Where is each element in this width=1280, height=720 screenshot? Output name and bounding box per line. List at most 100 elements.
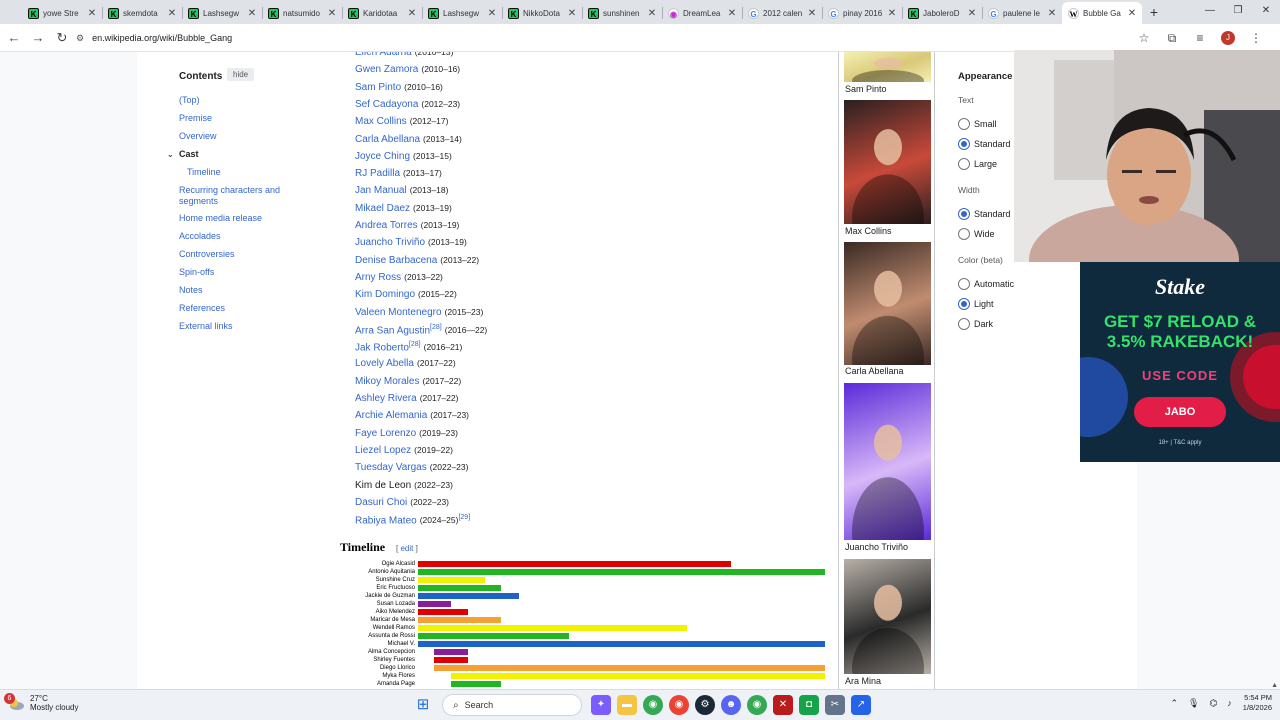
cast-photo[interactable] bbox=[844, 52, 931, 82]
appearance-color-option[interactable]: Automatic bbox=[958, 278, 1014, 290]
forward-icon[interactable]: → bbox=[26, 26, 50, 50]
chrome-icon[interactable]: ◉ bbox=[643, 695, 663, 715]
file-explorer-icon[interactable]: ▬ bbox=[617, 695, 637, 715]
close-tab-icon[interactable]: ✕ bbox=[1046, 8, 1058, 19]
cast-name-link[interactable]: RJ Padilla bbox=[355, 168, 400, 179]
close-tab-icon[interactable]: ✕ bbox=[246, 8, 258, 19]
radio-button[interactable] bbox=[958, 208, 970, 220]
toc-item[interactable]: Overview bbox=[179, 131, 289, 142]
browser-tab[interactable]: Knatsumido ✕ bbox=[262, 2, 342, 24]
cast-name-link[interactable]: Faye Lorenzo bbox=[355, 428, 416, 439]
close-window-button[interactable]: ✕ bbox=[1252, 0, 1280, 22]
clock[interactable]: 5:54 PM 1/8/2026 bbox=[1243, 693, 1272, 713]
browser-tab[interactable]: Kskemdota ✕ bbox=[102, 2, 182, 24]
appearance-color-option[interactable]: Dark bbox=[958, 318, 993, 330]
toc-hide-button[interactable]: hide bbox=[227, 68, 255, 81]
cast-name-link[interactable]: Carla Abellana bbox=[355, 134, 420, 145]
cast-name-link[interactable]: Kim Domingo bbox=[355, 289, 415, 300]
discord-icon[interactable]: ☻ bbox=[721, 695, 741, 715]
appearance-text-option[interactable]: Small bbox=[958, 118, 997, 130]
toc-item[interactable]: Home media release bbox=[179, 213, 289, 224]
cast-photo[interactable] bbox=[844, 559, 931, 674]
appearance-text-option[interactable]: Standard bbox=[958, 138, 1011, 150]
microphone-icon[interactable]: 🎙 bbox=[1188, 698, 1199, 709]
cast-name-link[interactable]: Ellen Adarna bbox=[355, 52, 412, 58]
close-tab-icon[interactable]: ✕ bbox=[486, 8, 498, 19]
ad-code-button[interactable]: JABO bbox=[1134, 397, 1226, 427]
app-2-icon[interactable]: ↗ bbox=[851, 695, 871, 715]
cast-name-link[interactable]: Jak Roberto bbox=[355, 342, 409, 353]
reload-icon[interactable]: ↻ bbox=[50, 26, 74, 50]
toc-item[interactable]: References bbox=[179, 303, 289, 314]
chevron-down-icon[interactable]: ⌄ bbox=[167, 149, 174, 160]
appearance-color-option[interactable]: Light bbox=[958, 298, 994, 310]
cast-name-link[interactable]: Sef Cadayona bbox=[355, 99, 418, 110]
extensions-icon[interactable]: ⧉ bbox=[1158, 27, 1186, 49]
radio-button[interactable] bbox=[958, 118, 970, 130]
reference-link[interactable]: [28] bbox=[430, 324, 442, 331]
taskbar-search[interactable]: ⌕ Search bbox=[442, 694, 582, 716]
dota-icon[interactable]: ✕ bbox=[773, 695, 793, 715]
toc-item[interactable]: External links bbox=[179, 321, 289, 332]
radio-button[interactable] bbox=[958, 158, 970, 170]
cast-name-link[interactable]: Andrea Torres bbox=[355, 220, 418, 231]
cast-name-link[interactable]: Tuesday Vargas bbox=[355, 462, 427, 473]
windows-start-icon[interactable]: ⊞ bbox=[413, 695, 433, 715]
minimize-button[interactable]: — bbox=[1196, 0, 1224, 22]
stake-advertisement[interactable]: Stake GET $7 RELOAD & 3.5% RAKEBACK! USE… bbox=[1080, 262, 1280, 462]
snipping-tool-icon[interactable]: ✂ bbox=[825, 695, 845, 715]
close-tab-icon[interactable]: ✕ bbox=[566, 8, 578, 19]
browser-tab[interactable]: K Lashsegw ✕ bbox=[182, 2, 262, 24]
chrome-profile-icon[interactable]: ◉ bbox=[669, 695, 689, 715]
close-tab-icon[interactable]: ✕ bbox=[966, 8, 978, 19]
browser-tab[interactable]: K Karidotaa ✕ bbox=[342, 2, 422, 24]
radio-button[interactable] bbox=[958, 228, 970, 240]
close-tab-icon[interactable]: ✕ bbox=[166, 8, 178, 19]
cast-photo[interactable] bbox=[844, 100, 931, 224]
cast-name-link[interactable]: Dasuri Choi bbox=[355, 497, 407, 508]
edit-link[interactable]: edit bbox=[400, 544, 413, 553]
close-tab-icon[interactable]: ✕ bbox=[1126, 8, 1138, 19]
toc-item[interactable]: Spin-offs bbox=[179, 267, 289, 278]
site-info-icon[interactable]: ⚙ bbox=[76, 33, 84, 44]
cast-name-link[interactable]: Rabiya Mateo bbox=[355, 515, 417, 526]
radio-button[interactable] bbox=[958, 138, 970, 150]
appearance-width-option[interactable]: Wide bbox=[958, 228, 995, 240]
radio-button[interactable] bbox=[958, 298, 970, 310]
toc-item[interactable]: Recurring characters and segments bbox=[179, 185, 289, 207]
tray-overflow-icon[interactable]: ⌃ bbox=[1170, 698, 1178, 709]
cast-name-link[interactable]: Liezel Lopez bbox=[355, 445, 411, 456]
menu-icon[interactable]: ⋮ bbox=[1242, 27, 1270, 49]
close-tab-icon[interactable]: ✕ bbox=[326, 8, 338, 19]
bookmark-star-icon[interactable]: ☆ bbox=[1130, 27, 1158, 49]
browser-tab[interactable]: Kyowe Stre ✕ bbox=[22, 2, 102, 24]
browser-tab[interactable]: ◉ DreamLea ✕ bbox=[662, 2, 742, 24]
toc-item[interactable]: (Top) bbox=[179, 95, 289, 106]
cast-name-link[interactable]: Juancho Triviño bbox=[355, 237, 425, 248]
cast-name-link[interactable]: Archie Alemania bbox=[355, 410, 427, 421]
cast-name-link[interactable]: Jan Manual bbox=[355, 185, 407, 196]
reading-list-icon[interactable]: ≡ bbox=[1186, 27, 1214, 49]
copilot-icon[interactable]: ✦ bbox=[591, 695, 611, 715]
weather-widget[interactable]: 6 27°C Mostly cloudy bbox=[4, 692, 78, 713]
chrome-alt-icon[interactable]: ◉ bbox=[747, 695, 767, 715]
cast-name-link[interactable]: Joyce Ching bbox=[355, 151, 410, 162]
toc-item[interactable]: Accolades bbox=[179, 231, 289, 242]
close-tab-icon[interactable]: ✕ bbox=[86, 8, 98, 19]
back-icon[interactable]: ← bbox=[2, 26, 26, 50]
browser-tab[interactable]: K NikkoDota ✕ bbox=[502, 2, 582, 24]
volume-icon[interactable]: ♪ bbox=[1227, 698, 1232, 708]
steam-icon[interactable]: ⚙ bbox=[695, 695, 715, 715]
cast-name-link[interactable]: Lovely Abella bbox=[355, 358, 414, 369]
cast-name-link[interactable]: Sam Pinto bbox=[355, 82, 401, 93]
toc-item[interactable]: Premise bbox=[179, 113, 289, 124]
cast-name-link[interactable]: Mikoy Morales bbox=[355, 376, 419, 387]
cast-name-link[interactable]: Ashley Rivera bbox=[355, 393, 417, 404]
cast-name-link[interactable]: Max Collins bbox=[355, 116, 407, 127]
profile-avatar[interactable]: J bbox=[1221, 31, 1235, 45]
browser-tab[interactable]: Gpinay 2016 ✕ bbox=[822, 2, 902, 24]
browser-tab[interactable]: W Bubble Ga ✕ bbox=[1062, 2, 1142, 24]
browser-tab[interactable]: Ksunshinen ✕ bbox=[582, 2, 662, 24]
close-tab-icon[interactable]: ✕ bbox=[646, 8, 658, 19]
browser-tab[interactable]: Gpaulene le ✕ bbox=[982, 2, 1062, 24]
